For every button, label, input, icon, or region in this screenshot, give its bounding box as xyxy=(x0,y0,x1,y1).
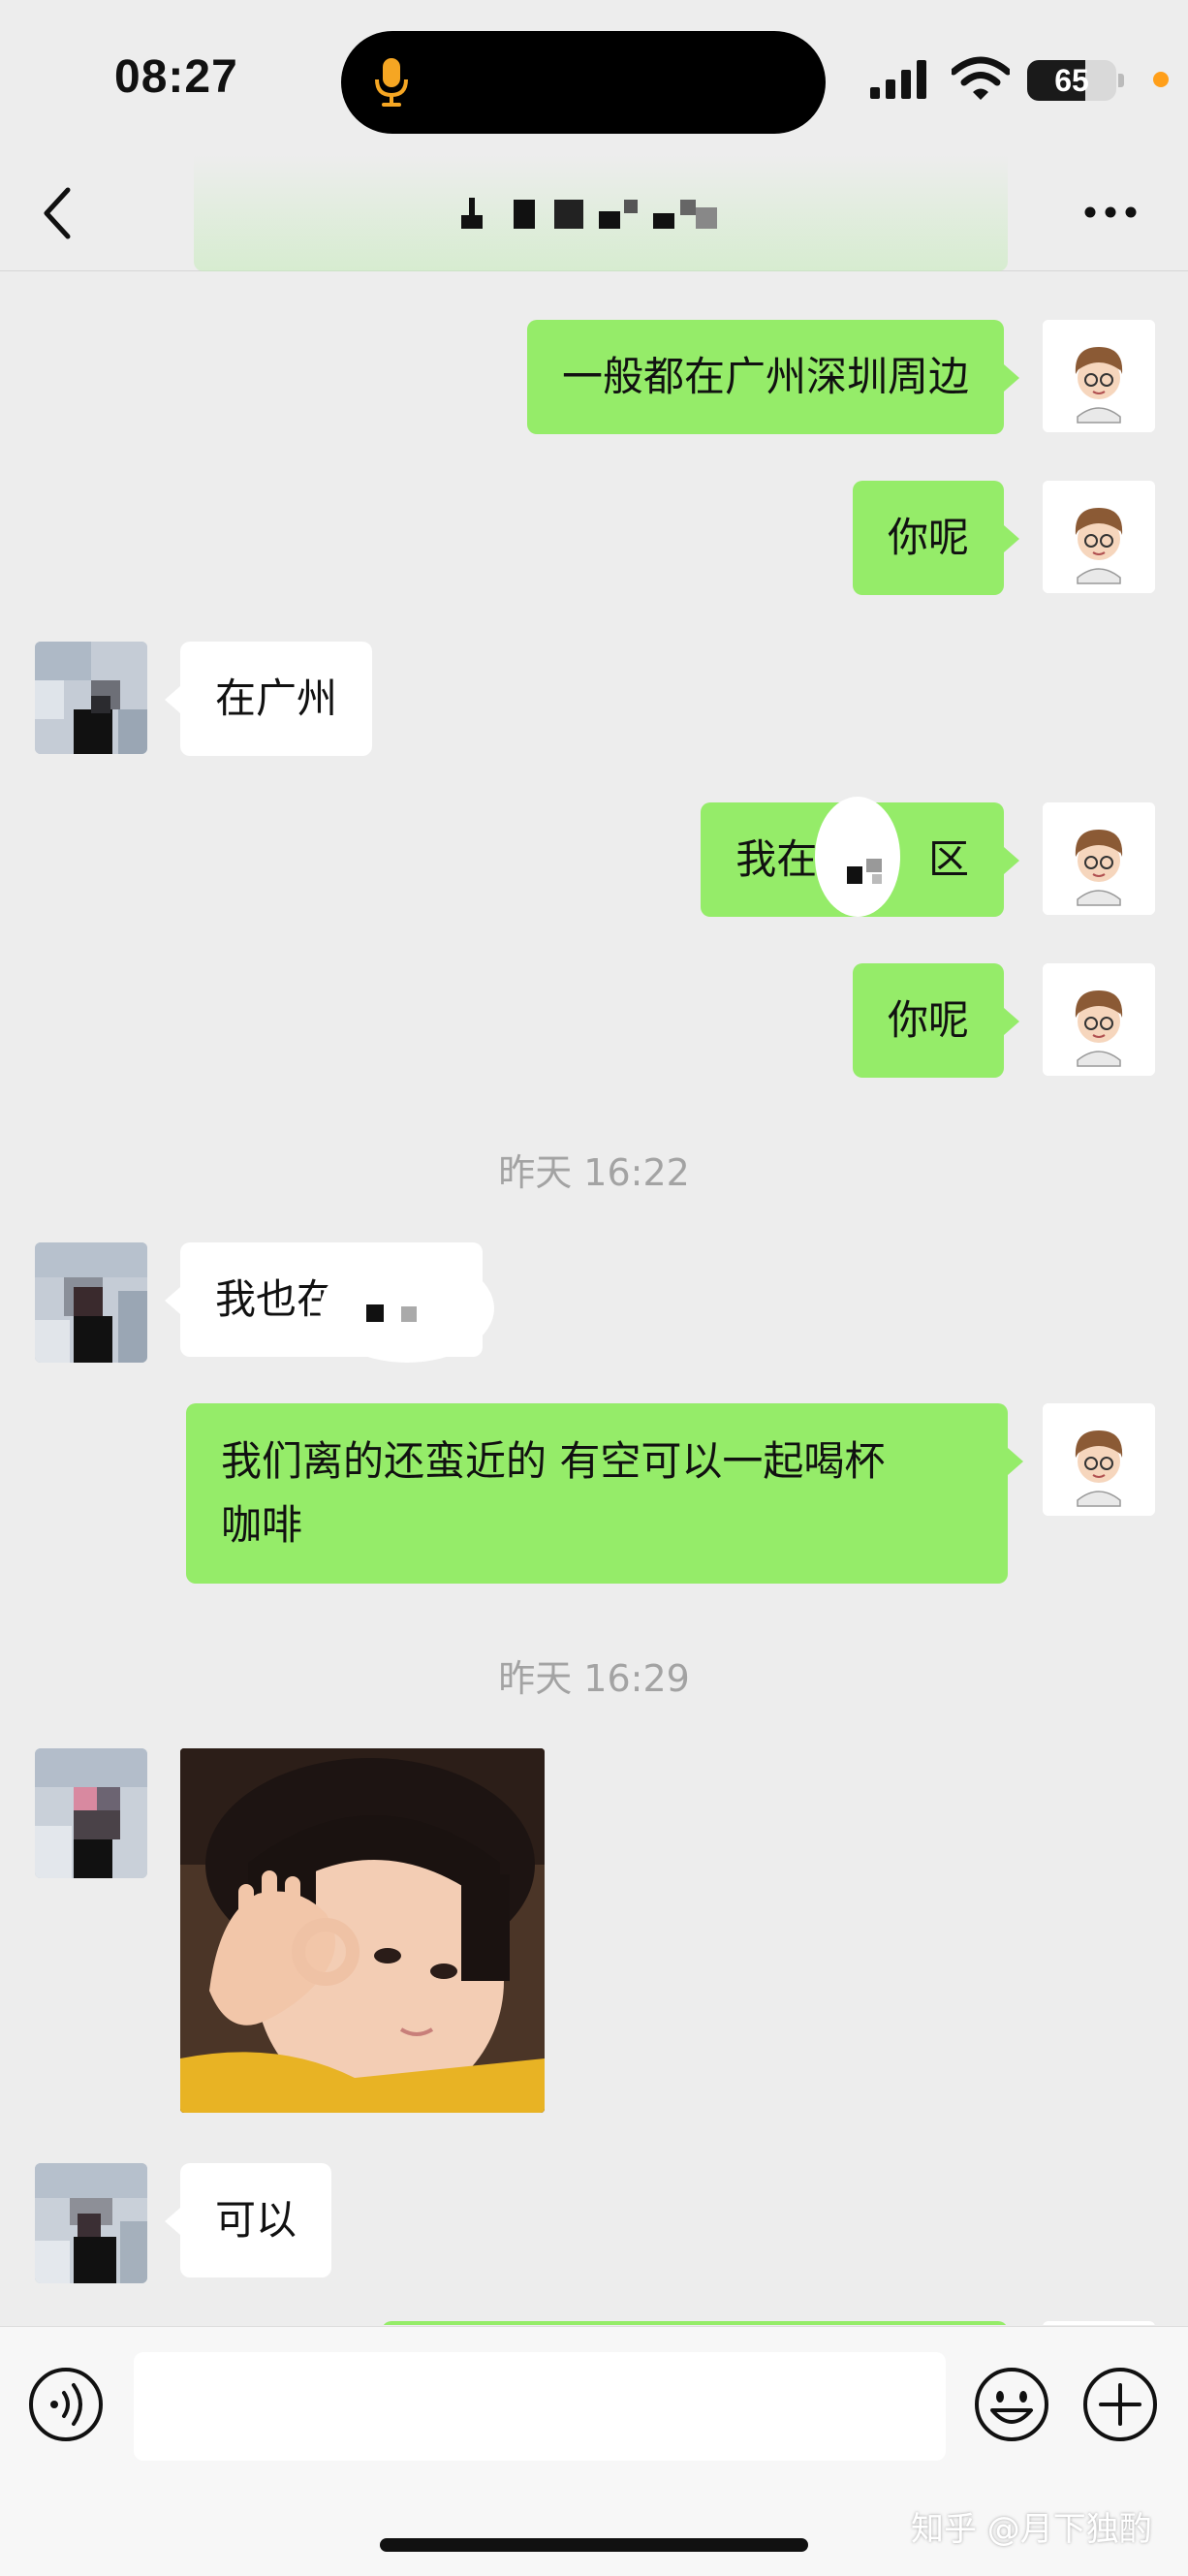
message-bubble[interactable]: 可以 xyxy=(164,2163,332,2278)
message-text: 你呢 xyxy=(887,514,969,561)
message-text-after: 区 xyxy=(927,835,969,883)
avatar[interactable] xyxy=(1043,802,1155,915)
message-row xyxy=(0,1748,1188,2113)
watermark: 知乎 @月下独酌 xyxy=(911,2510,1152,2549)
avatar[interactable] xyxy=(1043,1403,1155,1516)
redaction-overlay xyxy=(320,1254,494,1363)
battery-level: 65 xyxy=(1054,63,1089,98)
ellipsis-icon[interactable] xyxy=(1083,205,1138,219)
message-row: 可以 xyxy=(0,2163,1188,2283)
signal-icon xyxy=(870,60,926,99)
message-bubble[interactable]: 我们离的还蛮近的 有空可以一起喝杯 咖啡 xyxy=(186,1403,1023,1584)
message-row: 我也在 xyxy=(0,1242,1188,1363)
message-input[interactable] xyxy=(134,2352,946,2461)
message-row: 你呢 xyxy=(0,963,1188,1078)
avatar-partial[interactable] xyxy=(1043,2321,1155,2325)
timestamp: 昨天 16:29 xyxy=(498,1657,690,1700)
message-text-line-1: 我们离的还蛮近的 有空可以一起喝杯 xyxy=(221,1437,886,1485)
message-text: 一般都在广州深圳周边 xyxy=(561,353,969,400)
message-row: 在广州 xyxy=(0,642,1188,756)
avatar[interactable] xyxy=(35,1748,147,1878)
sticker-image xyxy=(180,1748,545,2113)
cartoon-boy-avatar-icon xyxy=(1043,320,1155,432)
avatar[interactable] xyxy=(1043,481,1155,593)
message-row: 我在 区 xyxy=(0,797,1188,917)
message-row: 我们离的还蛮近的 有空可以一起喝杯 咖啡 xyxy=(0,1403,1188,1584)
message-list[interactable]: 一般都在广州深圳周边 你呢 在广州 我在 区 你呢 昨天 16:22 我也在 我… xyxy=(0,272,1188,2325)
status-time: 08:27 xyxy=(114,51,238,103)
message-text: 可以 xyxy=(215,2196,297,2244)
battery-icon: 65 xyxy=(1027,60,1116,101)
redaction-overlay xyxy=(815,797,900,917)
cartoon-boy-avatar-icon xyxy=(1043,963,1155,1076)
chat-nav-bar xyxy=(0,155,1188,271)
message-bubble[interactable]: 在广州 xyxy=(164,642,373,756)
voice-icon[interactable] xyxy=(27,2366,105,2443)
message-bubble[interactable]: 一般都在广州深圳周边 xyxy=(526,320,1020,434)
emoji-icon[interactable] xyxy=(973,2366,1050,2443)
dynamic-island xyxy=(341,31,826,134)
child-ok-gesture-sticker[interactable] xyxy=(180,1748,545,2113)
battery-cap xyxy=(1118,74,1124,87)
message-row: 你呢 xyxy=(0,481,1188,595)
message-bubble-partial[interactable] xyxy=(382,2321,1008,2325)
message-text-line-2: 咖啡 xyxy=(221,1501,303,1549)
pixelated-avatar-icon xyxy=(35,1242,147,1363)
home-indicator[interactable] xyxy=(380,2538,808,2552)
avatar[interactable] xyxy=(35,2163,147,2283)
timestamp: 昨天 16:22 xyxy=(498,1151,690,1194)
message-text: 你呢 xyxy=(887,996,969,1044)
wifi-icon xyxy=(952,56,1010,100)
chevron-left-icon[interactable] xyxy=(39,182,78,244)
avatar[interactable] xyxy=(1043,963,1155,1076)
avatar[interactable] xyxy=(35,1242,147,1363)
mic-icon xyxy=(375,58,408,107)
avatar[interactable] xyxy=(1043,320,1155,432)
cartoon-boy-avatar-icon xyxy=(1043,481,1155,593)
message-row: 一般都在广州深圳周边 xyxy=(0,320,1188,434)
avatar[interactable] xyxy=(35,642,147,754)
message-row-partial xyxy=(0,2321,1188,2325)
privacy-indicator-dot xyxy=(1153,72,1169,87)
message-bubble[interactable]: 你呢 xyxy=(852,963,1020,1078)
pixelated-avatar-icon xyxy=(35,642,147,754)
cartoon-boy-avatar-icon xyxy=(1043,802,1155,915)
message-bubble[interactable]: 你呢 xyxy=(852,481,1020,595)
pixelated-avatar-icon xyxy=(35,1748,147,1878)
message-text: 在广州 xyxy=(215,675,338,722)
status-bar: 08:27 65 xyxy=(0,0,1188,155)
plus-icon[interactable] xyxy=(1081,2366,1159,2443)
cartoon-boy-avatar-icon xyxy=(1043,1403,1155,1516)
chat-title-redacted xyxy=(461,198,717,229)
pixelated-avatar-icon xyxy=(35,2163,147,2283)
